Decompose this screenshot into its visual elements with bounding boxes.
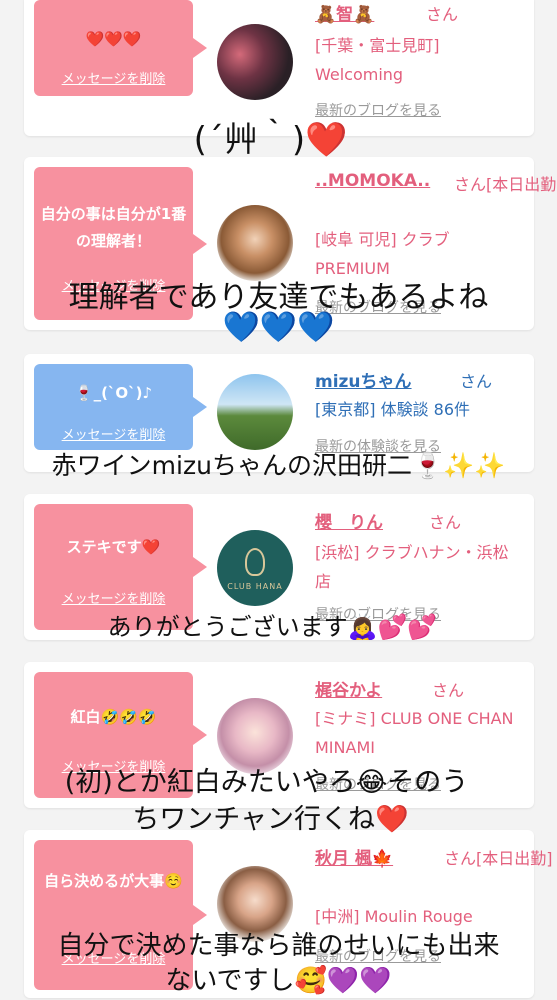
avatar-logo-text: CLUB HANA	[227, 582, 283, 591]
overlay-caption-9: ないですし🥰💜💜	[165, 966, 392, 996]
message-text: ❤️❤️❤️	[85, 30, 142, 48]
sender-name[interactable]: 櫻 りん	[315, 508, 383, 533]
delete-message-link[interactable]: メッセージを削除	[34, 68, 193, 87]
sender-suffix: さん	[426, 5, 459, 24]
overlay-caption-6: (初)とか紅白みたいやろ😂そのう	[64, 767, 469, 798]
sender-suffix: さん	[429, 513, 462, 532]
message-bubble: 🍷_(`O`)♪ メッセージを削除	[34, 364, 207, 450]
overlay-caption-4: 赤ワインmizuちゃんの沢田研二🍷✨✨	[51, 451, 506, 480]
sender-info: [浜松] クラブハナン・浜松店	[315, 543, 509, 591]
sender-name[interactable]: 秋月 楓🍁	[315, 844, 393, 869]
overlay-caption-5: ありがとうございます🙇‍♀️💕💕	[107, 613, 438, 641]
sender-name[interactable]: mizuちゃん	[315, 367, 412, 392]
sender-name[interactable]: ..MOMOKA..	[315, 171, 430, 191]
sender-suffix: さん	[432, 681, 465, 700]
sender-suffix: さん[本日出勤]	[454, 175, 557, 194]
sender-suffix: さん	[460, 372, 493, 391]
sender-info: [ミナミ] CLUB ONE CHAN MINAMI	[315, 709, 514, 757]
avatar[interactable]	[217, 374, 293, 450]
message-text: 🍷_(`O`)♪	[74, 384, 153, 402]
avatar[interactable]: CLUB HANA	[217, 530, 293, 606]
message-text: ステキです❤️	[66, 538, 161, 556]
message-text: 紅白🤣🤣🤣	[70, 708, 157, 726]
overlay-caption-7: ちワンチャン行くね❤️	[132, 804, 409, 835]
sender-name[interactable]: 梶谷かよ	[315, 676, 382, 701]
sender-info: [千葉・富士見町] Welcoming	[315, 36, 440, 84]
message-text: 自ら決めるが大事☺️	[44, 872, 183, 890]
avatar[interactable]	[217, 24, 293, 100]
overlay-caption-8: 自分で決めた事なら誰のせいにも出来	[57, 931, 500, 961]
message-bubble: ❤️❤️❤️ メッセージを削除	[34, 0, 207, 96]
delete-message-link[interactable]: メッセージを削除	[34, 424, 193, 443]
message-text: 自分の事は自分が1番の理解者！	[40, 205, 187, 250]
avatar[interactable]	[217, 205, 293, 281]
sender-name[interactable]: 🧸智🧸	[315, 0, 374, 25]
overlay-caption-1: (´艸｀)❤️	[193, 120, 348, 160]
club-logo-icon	[245, 548, 265, 576]
sender-info: [東京都] 体験談 86件	[315, 400, 471, 419]
sender-suffix: さん[本日出勤]	[444, 849, 553, 868]
delete-message-link[interactable]: メッセージを削除	[34, 588, 193, 607]
overlay-caption-3: 💙💙💙	[222, 310, 335, 345]
